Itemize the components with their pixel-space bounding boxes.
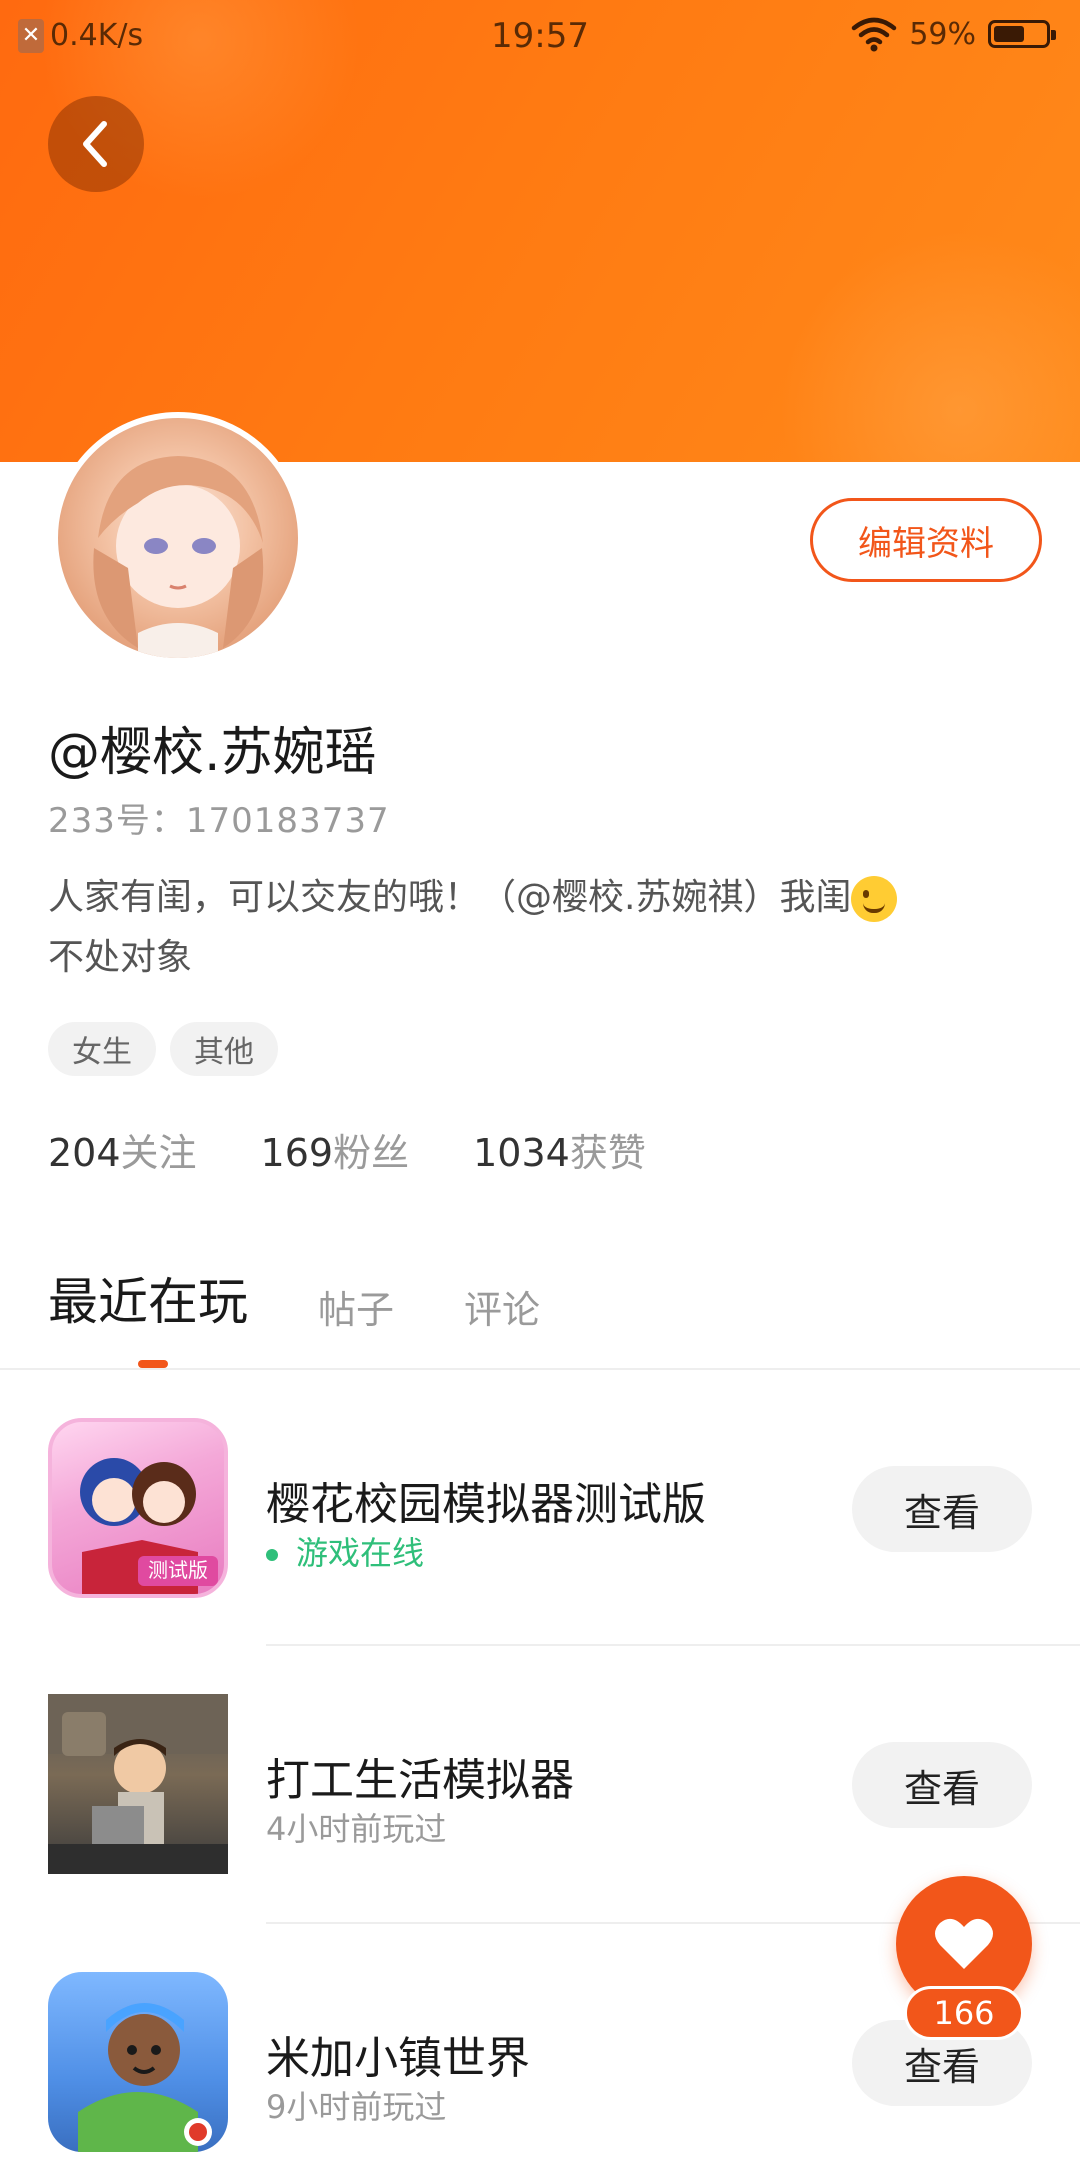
game-title: 米加小镇世界 xyxy=(266,2033,530,2084)
banner-glow xyxy=(780,230,1080,462)
tag-gender: 女生 xyxy=(48,1022,156,1076)
avatar[interactable] xyxy=(52,412,304,664)
stat-followers-label: 粉丝 xyxy=(333,1131,410,1175)
game-icon-art xyxy=(78,2003,212,2152)
tab-posts[interactable]: 帖子 xyxy=(318,1279,394,1334)
game-title: 打工生活模拟器 xyxy=(266,1755,574,1806)
edit-profile-button[interactable]: 编辑资料 xyxy=(810,498,1042,582)
wifi-icon xyxy=(852,17,897,52)
tab-comments[interactable]: 评论 xyxy=(464,1279,540,1334)
profile-stats: 204关注 169粉丝 1034获赞 xyxy=(48,1122,646,1177)
tab-recently-played[interactable]: 最近在玩 xyxy=(48,1262,248,1334)
game-last-played: 4小时前玩过 xyxy=(266,1810,447,1848)
content-tabs: 最近在玩 帖子 评论 xyxy=(48,1262,540,1334)
game-status-text: 游戏在线 xyxy=(296,1534,425,1572)
stat-followers[interactable]: 169粉丝 xyxy=(261,1122,410,1177)
view-game-button[interactable]: 查看 xyxy=(852,1466,1032,1552)
username: @樱校.苏婉瑶 xyxy=(48,723,377,783)
battery-percent: 59% xyxy=(909,16,976,52)
user-id-value: 170183737 xyxy=(185,801,390,841)
tab-divider xyxy=(0,1368,1080,1370)
active-tab-indicator xyxy=(138,1360,168,1368)
stat-following-count: 204 xyxy=(48,1131,121,1175)
stat-following-label: 关注 xyxy=(120,1131,197,1175)
heart-icon xyxy=(935,1918,993,1969)
status-bar: ✕ 0.4K/s 19:57 59% xyxy=(0,0,1080,72)
game-icon-work-sim xyxy=(48,1694,228,1874)
game-status: 游戏在线 xyxy=(266,1528,424,1574)
battery-icon xyxy=(988,20,1056,48)
stat-likes-label: 获赞 xyxy=(569,1131,646,1175)
game-last-played: 9小时前玩过 xyxy=(266,2088,447,2126)
wink-emoji-icon xyxy=(851,876,898,922)
list-divider xyxy=(266,1644,1080,1646)
bio-line-1: 人家有闺，可以交友的哦！（@樱校.苏婉祺）我闺 xyxy=(48,877,852,918)
avatar-illustration xyxy=(93,456,264,658)
stat-likes[interactable]: 1034获赞 xyxy=(473,1122,646,1177)
game-icon-miga-town xyxy=(48,1972,228,2152)
bio: 人家有闺，可以交友的哦！（@樱校.苏婉祺）我闺 不处对象 xyxy=(48,868,1038,988)
game-item[interactable]: 测试版 樱花校园模拟器测试版 游戏在线 查看 xyxy=(0,1418,1080,1618)
back-button[interactable] xyxy=(48,96,144,192)
game-icon-badge: 测试版 xyxy=(148,1558,208,1582)
stat-followers-count: 169 xyxy=(260,1131,334,1175)
stat-likes-count: 1034 xyxy=(473,1131,570,1175)
game-icon-art: 测试版 xyxy=(80,1458,218,1594)
user-id: 233号：170183737 xyxy=(48,793,390,842)
game-title: 樱花校园模拟器测试版 xyxy=(266,1479,706,1530)
user-id-label: 233号： xyxy=(48,801,186,841)
view-game-button[interactable]: 查看 xyxy=(852,1742,1032,1828)
profile-tags: 女生 其他 xyxy=(48,1022,278,1076)
tag-other: 其他 xyxy=(170,1022,278,1076)
like-count: 166 xyxy=(904,1986,1024,2040)
bio-line-2: 不处对象 xyxy=(48,937,193,978)
status-right: 59% xyxy=(851,16,1056,52)
game-icon-sakura: 测试版 xyxy=(48,1418,228,1598)
battery-fill xyxy=(994,26,1024,42)
online-dot-icon xyxy=(266,1549,278,1561)
game-icon-art xyxy=(48,1694,228,1874)
game-item[interactable]: 打工生活模拟器 4小时前玩过 查看 xyxy=(0,1694,1080,1894)
stat-following[interactable]: 204关注 xyxy=(48,1122,197,1177)
chevron-left-icon xyxy=(83,121,107,167)
